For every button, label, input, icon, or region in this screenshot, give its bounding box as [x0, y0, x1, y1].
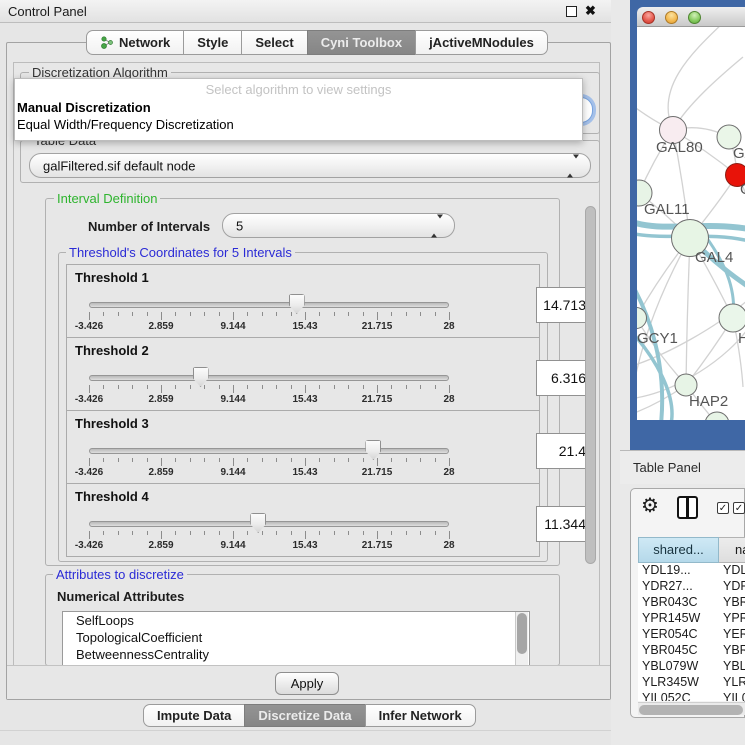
list-item[interactable]: BetweennessCentrality [63, 646, 529, 663]
threshold-row: Threshold 3 -3.4262.8599.14415.4321.7152… [66, 410, 540, 484]
settings-scrollbar[interactable] [585, 206, 596, 564]
combo-arrows-icon [567, 158, 579, 173]
column-layout-icon[interactable] [677, 496, 698, 519]
network-node[interactable] [719, 304, 745, 332]
column-header-name[interactable]: na [719, 537, 745, 563]
slider-tick-labels: -3.4262.8599.14415.4321.71528 [67, 338, 539, 410]
tab-jactivemnodules[interactable]: jActiveMNodules [415, 30, 548, 55]
algorithm-dropdown-popup: Select algorithm to view settings Manual… [14, 78, 583, 141]
tab-discretize-data[interactable]: Discretize Data [244, 704, 365, 727]
table-row[interactable]: YBR043CYBR0 [638, 595, 745, 611]
table-row[interactable]: YDR27...YDR2 [638, 579, 745, 595]
tab-cyni-toolbox[interactable]: Cyni Toolbox [307, 30, 416, 55]
apply-bar: Apply [7, 665, 610, 699]
control-panel-title: Control Panel [8, 4, 87, 19]
algorithm-hint: Select algorithm to view settings [15, 82, 582, 97]
network-edge[interactable] [673, 57, 743, 130]
apply-button[interactable]: Apply [275, 672, 339, 695]
attributes-title: Attributes to discretize [53, 568, 187, 582]
minimize-window-icon[interactable] [665, 11, 678, 24]
float-window-icon[interactable] [566, 6, 577, 17]
threshold-row: Threshold 4 -3.4262.8599.14415.4321.7152… [66, 483, 540, 557]
network-node-label: GA [733, 145, 745, 162]
table-row[interactable]: YER054CYER0 [638, 627, 745, 643]
tab-network[interactable]: Network [86, 30, 184, 55]
network-node-label: H [738, 330, 745, 347]
network-node-label: GAL11 [644, 201, 690, 218]
table-panel-title: Table Panel [633, 460, 701, 475]
close-window-icon[interactable] [642, 11, 655, 24]
table-panel-titlebar: Table Panel [620, 450, 745, 484]
thresholds-title: Threshold's Coordinates for 5 Intervals [66, 246, 295, 260]
table-row[interactable]: YBL079WYBL0 [638, 659, 745, 675]
numerical-attributes-heading: Numerical Attributes [57, 589, 184, 604]
slider-tick-labels: -3.4262.8599.14415.4321.71528 [67, 484, 539, 556]
zoom-window-icon[interactable] [688, 11, 701, 24]
network-edge-thick[interactable] [637, 279, 662, 420]
number-of-intervals-value: 5 [236, 218, 243, 233]
network-node-label: GCY1 [637, 330, 678, 347]
list-item[interactable]: SelfLoops [63, 612, 529, 629]
menu-item-manual-discretization[interactable]: Manual Discretization [17, 100, 151, 115]
control-panel-titlebar: Control Panel ✖ [0, 0, 620, 23]
network-icon [100, 36, 114, 49]
bottom-divider [0, 730, 618, 731]
tab-infer-network[interactable]: Infer Network [365, 704, 476, 727]
control-panel-tabs: Network Style Select Cyni Toolbox jActiv… [86, 30, 548, 55]
checkbox-icon[interactable]: ✓ [717, 502, 729, 514]
combo-arrows-icon [431, 218, 443, 233]
table-row[interactable]: YPR145WYPR1 [638, 611, 745, 627]
table-row[interactable]: YLR345WYLR3 [638, 675, 745, 691]
column-header-shared-name[interactable]: shared... [638, 537, 719, 563]
network-node-label: G [740, 181, 745, 198]
list-item[interactable]: TopologicalCoefficient [63, 629, 529, 646]
network-view-canvas[interactable]: GAL80 GA G GAL11 GAL4 GCY1 H HAP2 [637, 27, 745, 420]
slider-tick-labels: -3.4262.8599.14415.4321.71528 [67, 411, 539, 483]
tab-network-label: Network [119, 35, 170, 50]
table-data-group: Table Data galFiltered.sif default node [20, 140, 600, 183]
network-node-label: GAL4 [695, 249, 733, 266]
table-row[interactable]: YIL052CYIL0 [638, 691, 745, 701]
gear-icon[interactable]: ⚙ [641, 493, 659, 518]
table-panel: ⚙ ✓ ✓ shared... na YDL19...YDL1YDR27...Y… [630, 488, 745, 718]
table-data-combobox[interactable]: galFiltered.sif default node [29, 153, 591, 178]
network-window-titlebar[interactable] [637, 7, 745, 27]
table-rows[interactable]: YDL19...YDL1YDR27...YDR2YBR043CYBR0YPR14… [638, 563, 745, 701]
network-edge[interactable] [668, 27, 725, 130]
menu-item-equal-width-frequency[interactable]: Equal Width/Frequency Discretization [17, 117, 234, 132]
number-of-intervals-combobox[interactable]: 5 [222, 213, 455, 238]
interval-definition-title: Interval Definition [54, 192, 160, 206]
attributes-list-scrollbar[interactable] [515, 612, 528, 665]
table-data-value: galFiltered.sif default node [43, 158, 195, 173]
close-panel-icon[interactable]: ✖ [585, 3, 596, 19]
tab-impute-data[interactable]: Impute Data [143, 704, 245, 727]
cyni-mode-tabs: Impute Data Discretize Data Infer Networ… [143, 704, 476, 727]
checkbox-icon[interactable]: ✓ [733, 502, 745, 514]
tab-style[interactable]: Style [183, 30, 242, 55]
network-node-label: HAP2 [689, 393, 728, 410]
table-row[interactable]: YDL19...YDL1 [638, 563, 745, 579]
network-node-label: GAL80 [656, 139, 703, 156]
threshold-row: Threshold 1 -3.4262.8599.14415.4321.7152… [66, 264, 540, 338]
tab-select[interactable]: Select [241, 30, 307, 55]
threshold-row: Threshold 2 -3.4262.8599.14415.4321.7152… [66, 337, 540, 411]
number-of-intervals-label: Number of Intervals [88, 219, 210, 234]
table-header: shared... na [638, 537, 745, 563]
network-edge[interactable] [686, 238, 690, 385]
table-row[interactable]: YBR045CYBR0 [638, 643, 745, 659]
numerical-attributes-list[interactable]: SelfLoopsTopologicalCoefficientBetweenne… [62, 611, 530, 666]
table-horizontal-scrollbar[interactable] [638, 702, 745, 715]
